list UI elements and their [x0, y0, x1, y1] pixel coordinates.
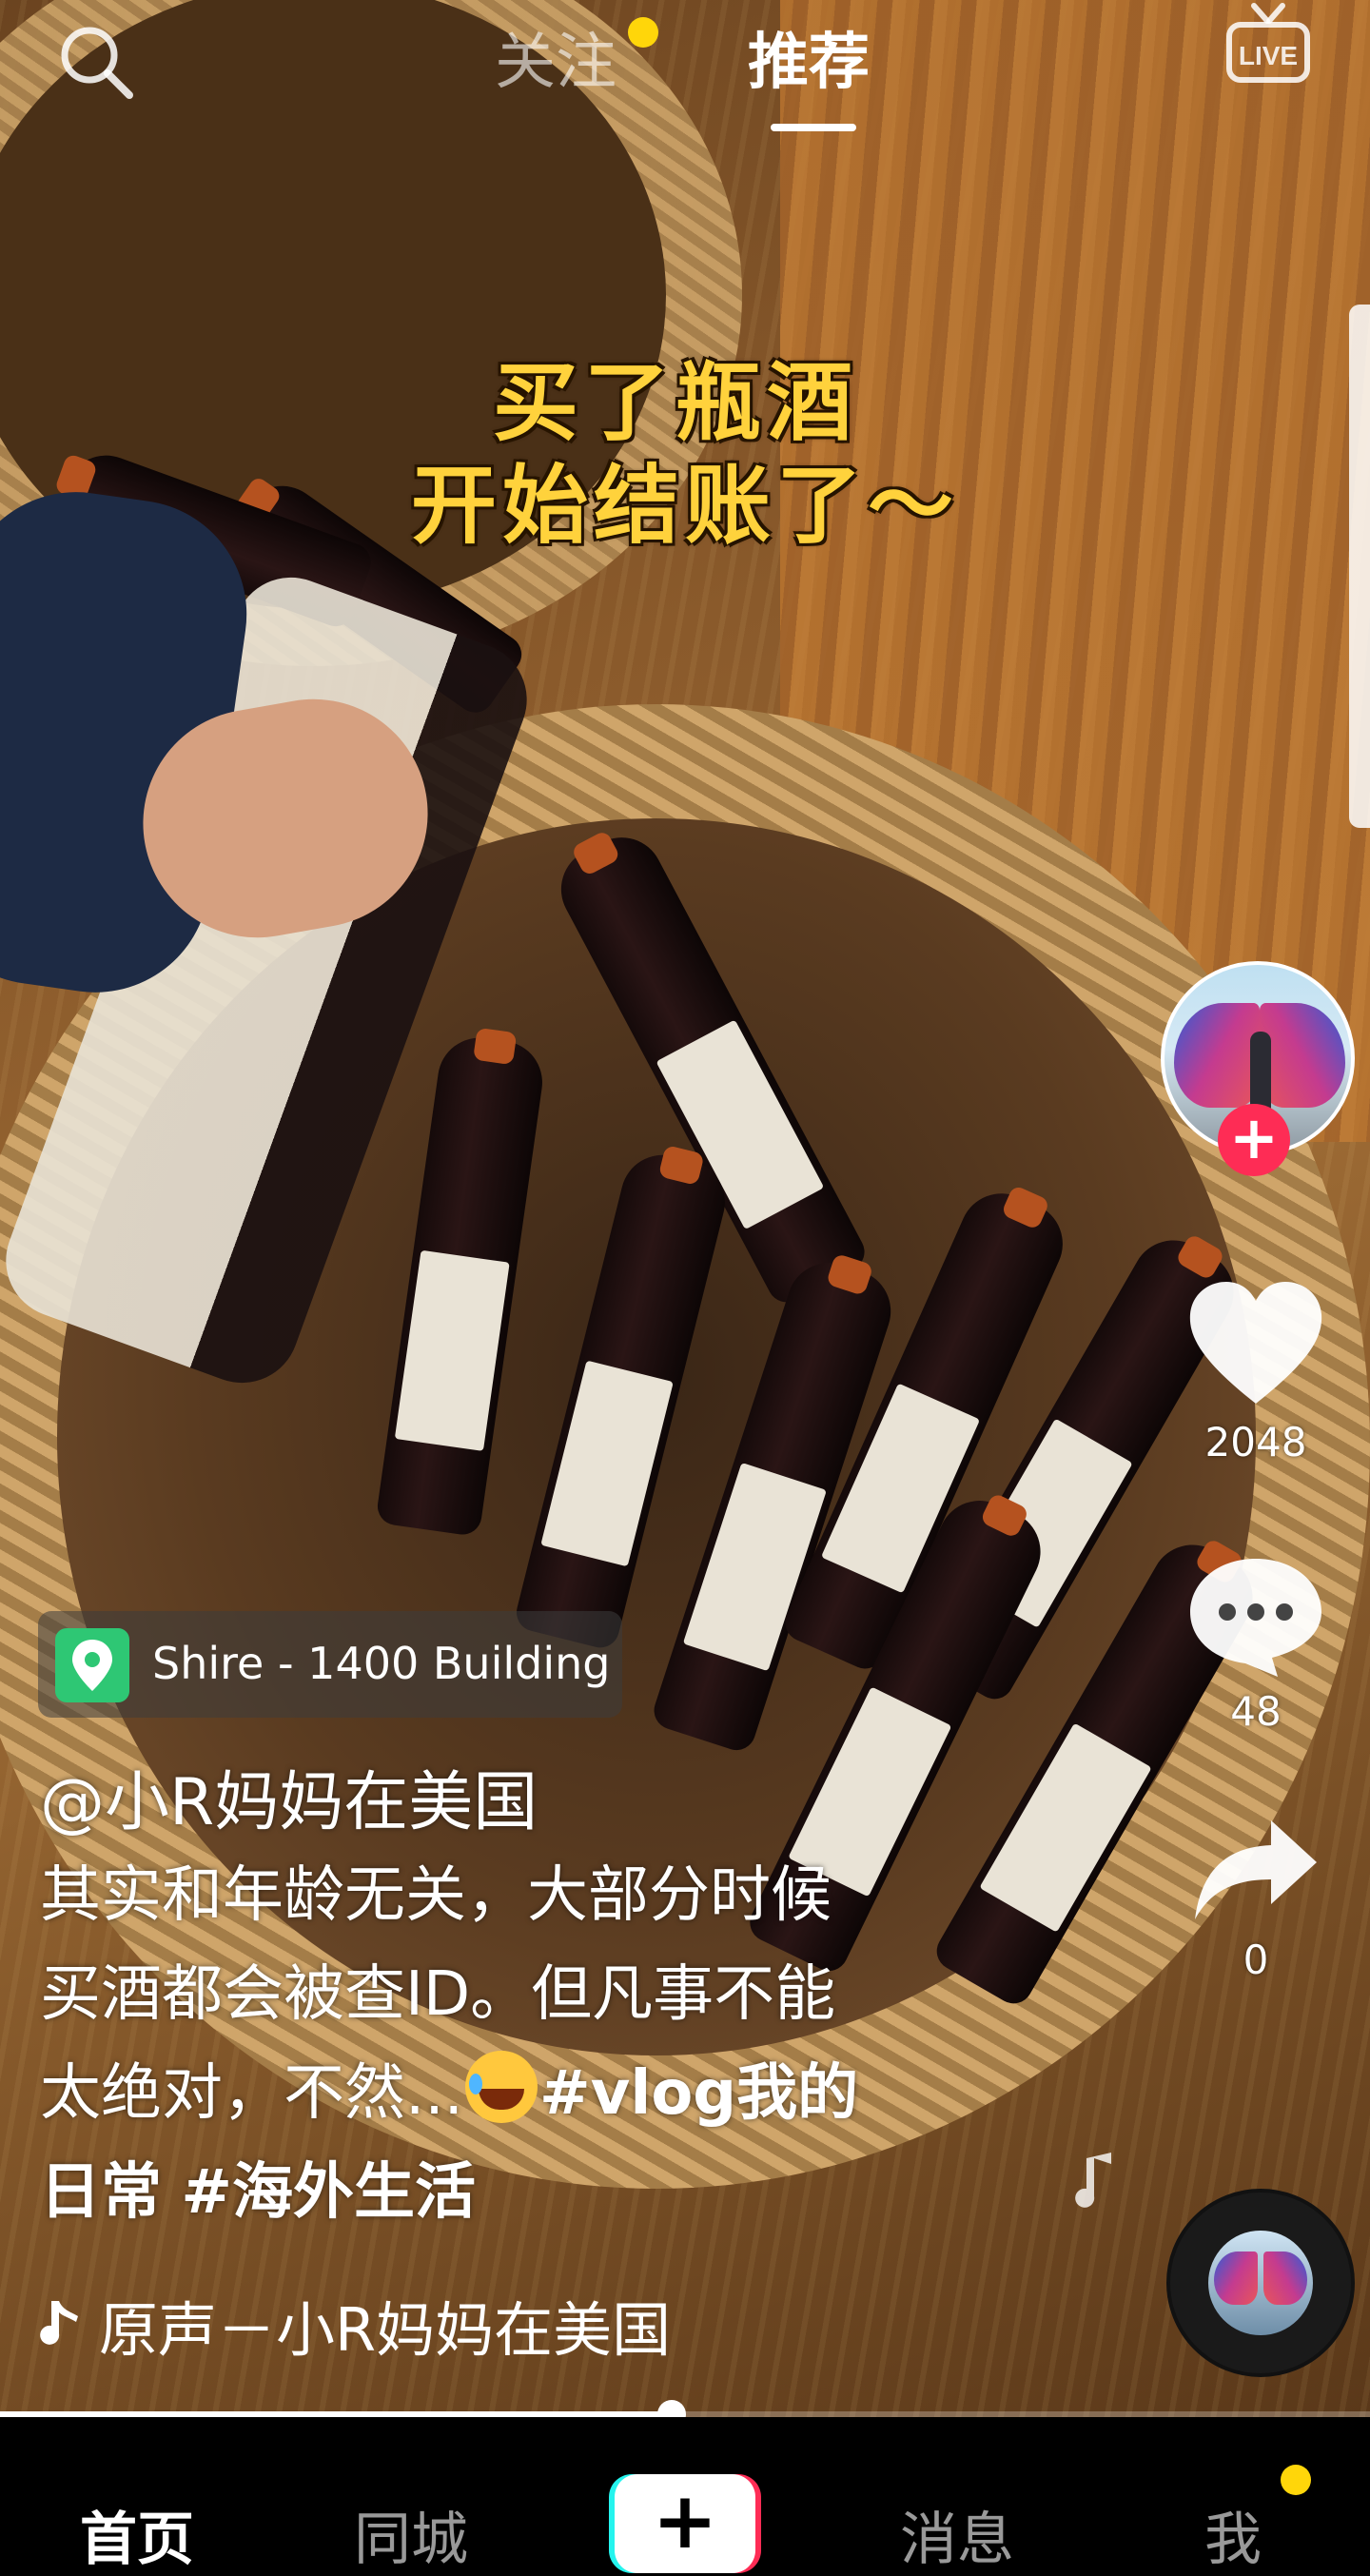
post-description: 其实和年龄无关，大部分时候 买酒都会被查ID。但凡事不能 太绝对，不然... #v… [40, 1846, 972, 2242]
location-tag[interactable]: Shire - 1400 Building [38, 1611, 622, 1718]
description-line: 买酒都会被查ID。但凡事不能 [40, 1959, 836, 2030]
create-button[interactable]: + [609, 2474, 761, 2573]
bottom-nav: 首页 同城 + 消息 我 [0, 2417, 1370, 2573]
nav-nearby[interactable]: 同城 [354, 2493, 468, 2576]
description-line: 太绝对，不然... #vlog我的 [40, 2044, 972, 2143]
active-tab-indicator [771, 124, 856, 131]
location-pin-icon [55, 1628, 129, 1702]
author-name[interactable]: @小R妈妈在美国 [40, 1749, 538, 1843]
location-name: Shire - 1400 Building [152, 1638, 611, 1689]
description-line: 日常 #海外生活 [40, 2143, 972, 2242]
share-count: 0 [1243, 1937, 1269, 1983]
description-line: 其实和年龄无关，大部分时候 [40, 1860, 832, 1931]
share-button[interactable]: 0 [1142, 1813, 1370, 1983]
share-icon [1195, 1820, 1317, 1919]
music-title: 原声－小R妈妈在美国 [99, 2295, 672, 2365]
comment-icon [1190, 1559, 1321, 1677]
top-bar: 关注 推荐 LIVE [0, 0, 1370, 152]
laughing-emoji-icon [465, 2051, 538, 2123]
like-button[interactable]: 2048 [1142, 1280, 1370, 1465]
nav-me[interactable]: 我 [1204, 2493, 1262, 2576]
nav-messages[interactable]: 消息 [900, 2493, 1014, 2576]
hashtag-link[interactable]: #vlog我的 [539, 2058, 858, 2129]
nav-home[interactable]: 首页 [80, 2493, 194, 2576]
side-panel-handle[interactable] [1349, 305, 1370, 828]
tab-follow[interactable]: 关注 [495, 13, 658, 101]
music-cover [1208, 2231, 1313, 2335]
hashtag-link[interactable]: #海外生活 [181, 2157, 476, 2228]
tab-recommend[interactable]: 推荐 [748, 13, 870, 101]
heart-icon [1189, 1282, 1322, 1404]
live-label: LIVE [1239, 41, 1298, 70]
comment-count: 48 [1230, 1688, 1282, 1735]
live-icon[interactable]: LIVE [1225, 0, 1311, 91]
notification-dot [1281, 2465, 1311, 2495]
like-count: 2048 [1204, 1419, 1307, 1465]
hashtag-link[interactable]: 日常 [40, 2157, 162, 2228]
tab-follow-label: 关注 [495, 28, 616, 98]
video-caption: 开始结账了～ [411, 456, 959, 556]
music-disc[interactable] [1166, 2189, 1355, 2377]
follow-button[interactable]: + [1218, 1104, 1290, 1176]
notification-dot [628, 17, 658, 48]
comment-button[interactable]: 48 [1142, 1553, 1370, 1735]
music-note-icon [40, 2301, 78, 2345]
floating-music-note-icon [1075, 2153, 1111, 2208]
music-info[interactable]: 原声－小R妈妈在美国 [38, 2282, 671, 2368]
search-icon[interactable] [55, 21, 135, 101]
plus-icon: + [615, 2474, 755, 2573]
description-text: 太绝对，不然... [40, 2058, 464, 2129]
